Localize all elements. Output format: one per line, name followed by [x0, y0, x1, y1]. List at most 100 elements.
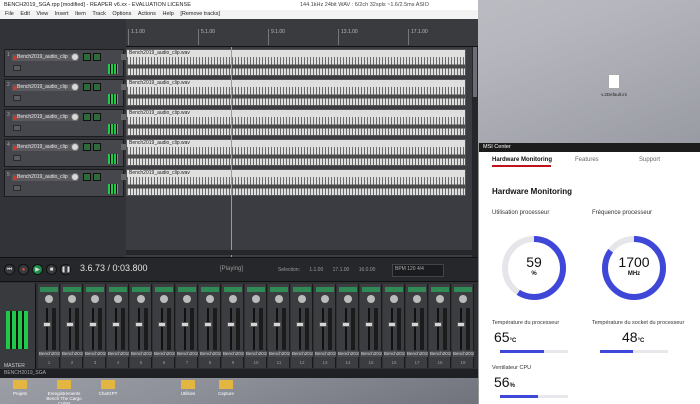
- mixer-strip[interactable]: Bench2019_au 7: [176, 284, 198, 368]
- fx-insert-button[interactable]: [247, 287, 265, 292]
- mixer-strip[interactable]: Bench2019_au 18: [429, 284, 451, 368]
- pan-knob-icon[interactable]: [137, 295, 145, 303]
- stop-button[interactable]: ■: [46, 264, 57, 275]
- pause-button[interactable]: ❚❚: [60, 264, 71, 275]
- media-item[interactable]: Bench2019_audio_clip.wav: [126, 139, 466, 166]
- volume-fader[interactable]: [434, 322, 442, 327]
- horizontal-scrollbar[interactable]: [126, 250, 472, 255]
- fx-insert-button[interactable]: [132, 287, 150, 292]
- tab-hardware-monitoring[interactable]: Hardware Monitoring: [492, 157, 552, 163]
- media-item[interactable]: Bench2019_audio_clip.wav: [126, 79, 466, 106]
- fx-insert-button[interactable]: [270, 287, 288, 292]
- fx-insert-button[interactable]: [178, 287, 196, 292]
- pan-knob-icon[interactable]: [413, 295, 421, 303]
- mixer-strip[interactable]: Bench2019_au 9: [222, 284, 244, 368]
- volume-fader[interactable]: [319, 322, 327, 327]
- volume-knob-icon[interactable]: [71, 173, 79, 181]
- desktop-file-icon[interactable]: v.2Default.ini: [597, 74, 631, 97]
- menu-remove-tracks[interactable]: [Remove tracks]: [180, 11, 220, 17]
- mute-button[interactable]: [83, 113, 91, 121]
- mixer-strip[interactable]: Bench2019_au 17: [406, 284, 428, 368]
- mixer-strip[interactable]: Bench2019_au 14: [337, 284, 359, 368]
- track-name[interactable]: Bench2019_audio_clip: [12, 114, 78, 121]
- desktop-folder-icon[interactable]: Utilities: [168, 380, 208, 396]
- desktop-folder-icon[interactable]: Enregistrements Bench The Cargo Cultist: [44, 380, 84, 404]
- fx-insert-button[interactable]: [201, 287, 219, 292]
- pan-knob-icon[interactable]: [229, 295, 237, 303]
- menu-insert[interactable]: Insert: [55, 11, 69, 17]
- track-name[interactable]: Bench2019_audio_clip: [12, 54, 78, 61]
- pan-knob-icon[interactable]: [459, 295, 467, 303]
- menu-view[interactable]: View: [36, 11, 48, 17]
- menu-help[interactable]: Help: [162, 11, 173, 17]
- media-item[interactable]: Bench2019_audio_clip.wav: [126, 109, 466, 136]
- volume-fader[interactable]: [388, 322, 396, 327]
- fx-insert-button[interactable]: [63, 287, 81, 292]
- pan-knob-icon[interactable]: [390, 295, 398, 303]
- desktop-folder-icon[interactable]: Projets: [0, 380, 40, 396]
- volume-fader[interactable]: [457, 322, 465, 327]
- mute-button[interactable]: [83, 83, 91, 91]
- pan-knob-icon[interactable]: [183, 295, 191, 303]
- solo-button[interactable]: [93, 53, 101, 61]
- volume-fader[interactable]: [112, 322, 120, 327]
- fx-insert-button[interactable]: [408, 287, 426, 292]
- volume-fader[interactable]: [365, 322, 373, 327]
- volume-fader[interactable]: [273, 322, 281, 327]
- fx-insert-button[interactable]: [454, 287, 472, 292]
- timeline-ruler[interactable]: 1.1.00 5.1.00 9.1.00 13.1.00 17.1.00: [126, 19, 478, 47]
- mixer-strip[interactable]: Bench2019_au 10: [245, 284, 267, 368]
- fx-insert-button[interactable]: [86, 287, 104, 292]
- pan-knob-icon[interactable]: [160, 295, 168, 303]
- mixer-strip[interactable]: Bench2019_au 1: [38, 284, 60, 368]
- pan-knob-icon[interactable]: [344, 295, 352, 303]
- mute-button[interactable]: [83, 53, 91, 61]
- mixer-strip[interactable]: Bench2019_au 3: [84, 284, 106, 368]
- track-header[interactable]: 2 Bench2019_audio_clip: [4, 79, 127, 107]
- solo-button[interactable]: [93, 143, 101, 151]
- record-button[interactable]: ●: [18, 264, 29, 275]
- volume-fader[interactable]: [135, 322, 143, 327]
- reaper-title-bar[interactable]: BENCH2019_SGA.rpp [modified] - REAPER v6…: [0, 0, 478, 10]
- track-header[interactable]: 5 Bench2019_audio_clip: [4, 169, 127, 197]
- pan-knob-icon[interactable]: [206, 295, 214, 303]
- menu-options[interactable]: Options: [112, 11, 131, 17]
- solo-button[interactable]: [93, 173, 101, 181]
- fx-insert-button[interactable]: [40, 287, 58, 292]
- menu-file[interactable]: File: [5, 11, 14, 17]
- pan-knob-icon[interactable]: [91, 295, 99, 303]
- media-item[interactable]: Bench2019_audio_clip.wav: [126, 49, 466, 76]
- solo-button[interactable]: [93, 113, 101, 121]
- mixer-strip[interactable]: Bench2019_au 16: [383, 284, 405, 368]
- pan-knob-icon[interactable]: [321, 295, 329, 303]
- mixer-strip[interactable]: Bench2019_au 19: [452, 284, 474, 368]
- record-arm-icon[interactable]: [13, 145, 17, 150]
- fx-insert-button[interactable]: [339, 287, 357, 292]
- fx-insert-button[interactable]: [293, 287, 311, 292]
- desktop-folder-icon[interactable]: ChatGPT: [88, 380, 128, 396]
- fx-insert-button[interactable]: [362, 287, 380, 292]
- scroll-thumb[interactable]: [473, 47, 477, 97]
- mute-button[interactable]: [83, 173, 91, 181]
- record-arm-icon[interactable]: [13, 85, 17, 90]
- volume-fader[interactable]: [181, 322, 189, 327]
- volume-fader[interactable]: [227, 322, 235, 327]
- menu-actions[interactable]: Actions: [138, 11, 156, 17]
- record-arm-icon[interactable]: [13, 175, 17, 180]
- volume-fader[interactable]: [342, 322, 350, 327]
- record-arm-icon[interactable]: [13, 55, 17, 60]
- desktop-folder-icon[interactable]: Capture: [206, 380, 246, 396]
- volume-fader[interactable]: [250, 322, 258, 327]
- track-name[interactable]: Bench2019_audio_clip: [12, 144, 78, 151]
- track-name[interactable]: Bench2019_audio_clip: [12, 174, 78, 181]
- record-arm-icon[interactable]: [13, 115, 17, 120]
- volume-knob-icon[interactable]: [71, 83, 79, 91]
- master-strip[interactable]: MASTER: [0, 283, 36, 369]
- fx-insert-button[interactable]: [155, 287, 173, 292]
- mixer-strip[interactable]: Bench2019_au 13: [314, 284, 336, 368]
- fx-insert-button[interactable]: [385, 287, 403, 292]
- volume-fader[interactable]: [411, 322, 419, 327]
- tab-support[interactable]: Support: [639, 157, 660, 163]
- volume-fader[interactable]: [296, 322, 304, 327]
- pan-knob-icon[interactable]: [252, 295, 260, 303]
